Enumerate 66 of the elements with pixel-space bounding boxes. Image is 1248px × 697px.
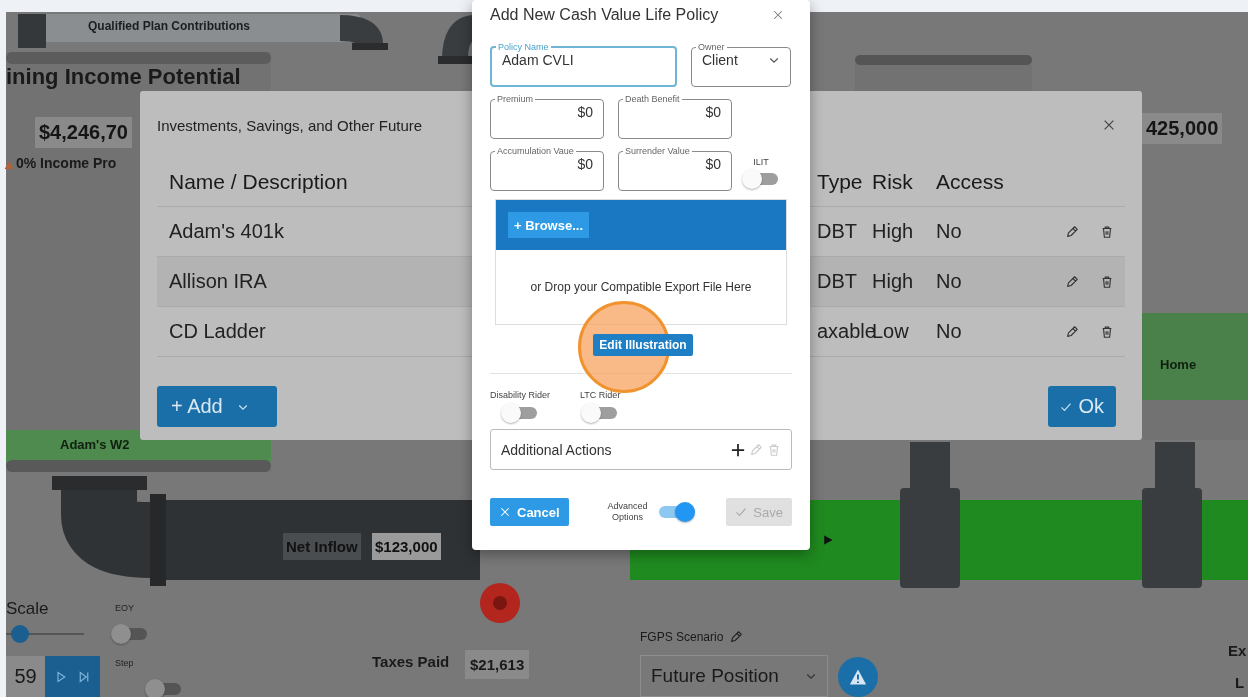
skip-icon (77, 670, 90, 683)
actions-label: Additional Actions (501, 441, 612, 458)
check-icon (735, 506, 748, 518)
toggle-label: Advanced Options (606, 501, 649, 523)
taxes-label: Taxes Paid (372, 653, 450, 670)
toggle-label: LTC Rider (580, 390, 621, 400)
add-button[interactable]: + Add (157, 386, 277, 427)
column-header: Risk (872, 157, 934, 207)
drop-text: or Drop your Compatible Export File Here (529, 280, 753, 294)
taxes-value: $21,613 (465, 650, 530, 679)
play-icon (55, 670, 68, 683)
add-icon[interactable] (731, 442, 745, 457)
table-cell: No (934, 307, 1054, 357)
scenario-dropdown[interactable]: Future Position (640, 655, 828, 697)
input-field[interactable]: Surrender Value $0 (618, 146, 732, 191)
input-field[interactable]: Policy Name Adam CVLI (490, 42, 677, 87)
close-icon (499, 506, 511, 518)
flow-value: $123,000 (372, 533, 441, 560)
band-label: Adam's W2 (60, 437, 130, 452)
table-cell: Low (872, 307, 934, 357)
delete-icon[interactable] (1100, 324, 1114, 339)
warning-icon (848, 667, 868, 687)
delete-icon (767, 442, 781, 457)
table-cell: DBT (817, 257, 872, 307)
edge-text: L (1235, 674, 1245, 691)
delete-icon[interactable] (1100, 274, 1114, 289)
toggle-label: ILIT (753, 157, 769, 167)
edit-icon[interactable] (1064, 224, 1079, 239)
panel-title: ining Income Potential (6, 65, 241, 89)
edit-icon[interactable] (1064, 274, 1079, 289)
column-header: Access (934, 157, 1054, 207)
toggle-label: Disability Rider (490, 390, 551, 400)
warning-icon (4, 160, 14, 170)
input-field[interactable]: Premium $0 (490, 94, 604, 139)
income-note: 0% Income Pro (16, 155, 117, 171)
amount-value: $4,246,70 (35, 117, 132, 148)
slider[interactable] (6, 625, 84, 643)
delete-icon[interactable] (1100, 224, 1114, 239)
play-icon (822, 534, 834, 546)
amount-value: 425,000 (1142, 113, 1223, 144)
upload-area[interactable]: + Browse... or Drop your Compatible Export File Here (495, 199, 787, 325)
slider-label: Scale (6, 599, 49, 619)
owner-dropdown[interactable]: Owner Client (691, 42, 791, 87)
input-field[interactable]: Accumulation Vaue $0 (490, 146, 604, 191)
edge-text: Ex (1228, 642, 1247, 659)
ok-button[interactable]: Ok (1048, 386, 1116, 427)
close-icon[interactable] (772, 9, 784, 21)
table-cell: axable (817, 307, 872, 357)
dialog-title: Investments, Savings, and Other Future (157, 116, 423, 134)
input-field[interactable]: Death Benefit $0 (618, 94, 732, 139)
close-icon[interactable] (1102, 118, 1116, 132)
table-cell: No (934, 257, 1054, 307)
edit-icon (729, 630, 744, 644)
edit-icon (749, 442, 763, 457)
dialog-title: Add New Cash Value Life Policy (490, 6, 719, 24)
year-field: 59 (6, 656, 45, 697)
column-header: Type (817, 157, 872, 207)
edit-icon[interactable] (1064, 324, 1079, 339)
band-label: Home (1160, 357, 1197, 372)
table-cell: High (872, 257, 934, 307)
edit-illustration-button[interactable]: Edit Illustration (593, 334, 693, 356)
pipe-label: Qualified Plan Contributions (88, 19, 250, 33)
toggle-label: Step (115, 658, 134, 668)
toggle-label: EOY (115, 603, 134, 613)
flow-label: Net Inflow (283, 533, 361, 560)
scenario-label: FGPS Scenario (640, 630, 724, 644)
